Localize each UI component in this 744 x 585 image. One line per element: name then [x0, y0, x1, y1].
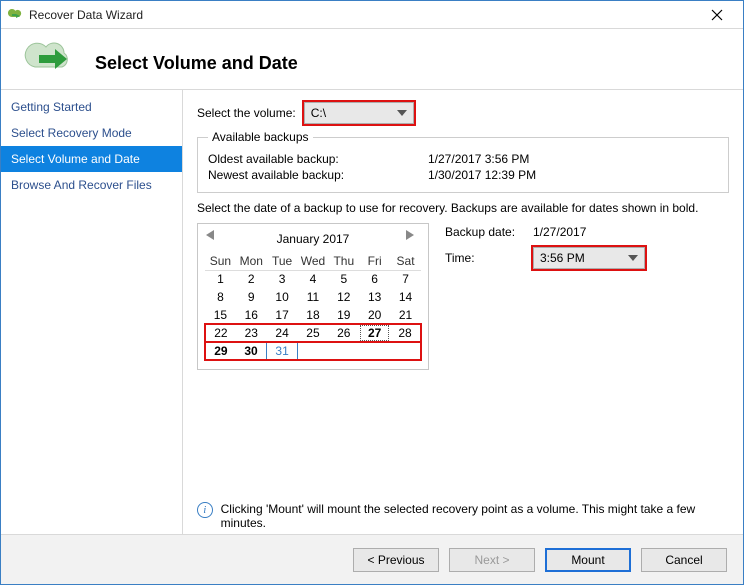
titlebar: Recover Data Wizard	[1, 1, 743, 29]
calendar-day[interactable]: 9	[236, 288, 267, 306]
calendar-day[interactable]: 23	[236, 324, 267, 342]
calendar-day[interactable]: 18	[298, 306, 329, 324]
calendar-day[interactable]: 6	[359, 270, 390, 288]
calendar-day[interactable]: 25	[298, 324, 329, 342]
calendar-dow: Fri	[359, 252, 390, 270]
calendar-day	[298, 342, 329, 360]
volume-select[interactable]: C:\	[304, 102, 414, 124]
chevron-down-icon	[628, 255, 638, 261]
mount-button[interactable]: Mount	[545, 548, 631, 572]
close-button[interactable]	[697, 3, 737, 27]
calendar-month-label: January 2017	[277, 232, 350, 246]
time-value: 3:56 PM	[540, 251, 585, 265]
calendar-dow: Sun	[205, 252, 236, 270]
backup-date-value: 1/27/2017	[533, 225, 586, 239]
calendar-day[interactable]: 26	[328, 324, 359, 342]
calendar-day[interactable]: 21	[390, 306, 421, 324]
newest-backup-value: 1/30/2017 12:39 PM	[428, 168, 536, 182]
backup-date-label: Backup date:	[445, 225, 533, 239]
calendar-dow: Tue	[267, 252, 298, 270]
wizard-step[interactable]: Select Recovery Mode	[1, 120, 182, 146]
recover-data-wizard-window: Recover Data Wizard Select Volume and Da…	[0, 0, 744, 585]
calendar-day[interactable]: 10	[267, 288, 298, 306]
info-icon: i	[197, 502, 213, 518]
page-heading: Select Volume and Date	[95, 53, 298, 74]
calendar-day[interactable]: 19	[328, 306, 359, 324]
calendar-day[interactable]: 16	[236, 306, 267, 324]
info-text: Clicking 'Mount' will mount the selected…	[221, 502, 729, 530]
calendar-dow: Thu	[328, 252, 359, 270]
calendar-day[interactable]: 24	[267, 324, 298, 342]
calendar-day[interactable]: 27	[359, 324, 390, 342]
info-note: i Clicking 'Mount' will mount the select…	[197, 502, 729, 530]
time-label: Time:	[445, 251, 533, 265]
calendar-day[interactable]: 29	[205, 342, 236, 360]
calendar-day[interactable]: 1	[205, 270, 236, 288]
calendar[interactable]: January 2017 SunMonTueWedThuFriSat123456…	[197, 223, 429, 370]
calendar-day[interactable]: 3	[267, 270, 298, 288]
calendar-day[interactable]: 28	[390, 324, 421, 342]
next-button: Next >	[449, 548, 535, 572]
calendar-day[interactable]: 12	[328, 288, 359, 306]
calendar-day[interactable]: 2	[236, 270, 267, 288]
cancel-button[interactable]: Cancel	[641, 548, 727, 572]
newest-backup-label: Newest available backup:	[208, 168, 428, 182]
calendar-dow: Wed	[298, 252, 329, 270]
cloud-recover-icon	[17, 33, 81, 79]
calendar-day[interactable]: 22	[205, 324, 236, 342]
calendar-day[interactable]: 20	[359, 306, 390, 324]
calendar-day[interactable]: 30	[236, 342, 267, 360]
calendar-day[interactable]: 4	[298, 270, 329, 288]
time-select[interactable]: 3:56 PM	[533, 247, 645, 269]
calendar-day[interactable]: 11	[298, 288, 329, 306]
wizard-step[interactable]: Browse And Recover Files	[1, 172, 182, 198]
calendar-day[interactable]: 13	[359, 288, 390, 306]
calendar-day[interactable]: 17	[267, 306, 298, 324]
calendar-day[interactable]: 5	[328, 270, 359, 288]
calendar-day[interactable]: 31	[267, 342, 298, 360]
wizard-steps-nav: Getting StartedSelect Recovery ModeSelec…	[1, 90, 183, 534]
volume-value: C:\	[311, 106, 326, 120]
calendar-next-month[interactable]	[406, 230, 420, 240]
calendar-day[interactable]: 7	[390, 270, 421, 288]
calendar-day	[390, 342, 421, 360]
wizard-footer: < Previous Next > Mount Cancel	[1, 534, 743, 584]
window-title: Recover Data Wizard	[29, 8, 697, 22]
oldest-backup-label: Oldest available backup:	[208, 152, 428, 166]
calendar-day[interactable]: 8	[205, 288, 236, 306]
wizard-step[interactable]: Getting Started	[1, 94, 182, 120]
calendar-dow: Sat	[390, 252, 421, 270]
calendar-dow: Mon	[236, 252, 267, 270]
calendar-day[interactable]: 14	[390, 288, 421, 306]
previous-button[interactable]: < Previous	[353, 548, 439, 572]
volume-label: Select the volume:	[197, 106, 296, 120]
available-backups-legend: Available backups	[208, 130, 313, 144]
calendar-prev-month[interactable]	[206, 230, 220, 240]
chevron-down-icon	[397, 110, 407, 116]
available-backups-group: Available backups Oldest available backu…	[197, 130, 729, 193]
wizard-header: Select Volume and Date	[1, 29, 743, 89]
content-pane: Select the volume: C:\ Available backups…	[183, 90, 743, 534]
app-icon	[7, 7, 23, 23]
calendar-day	[328, 342, 359, 360]
instruction-text: Select the date of a backup to use for r…	[197, 201, 729, 215]
calendar-day[interactable]: 15	[205, 306, 236, 324]
calendar-day	[359, 342, 390, 360]
wizard-step[interactable]: Select Volume and Date	[1, 146, 182, 172]
oldest-backup-value: 1/27/2017 3:56 PM	[428, 152, 529, 166]
